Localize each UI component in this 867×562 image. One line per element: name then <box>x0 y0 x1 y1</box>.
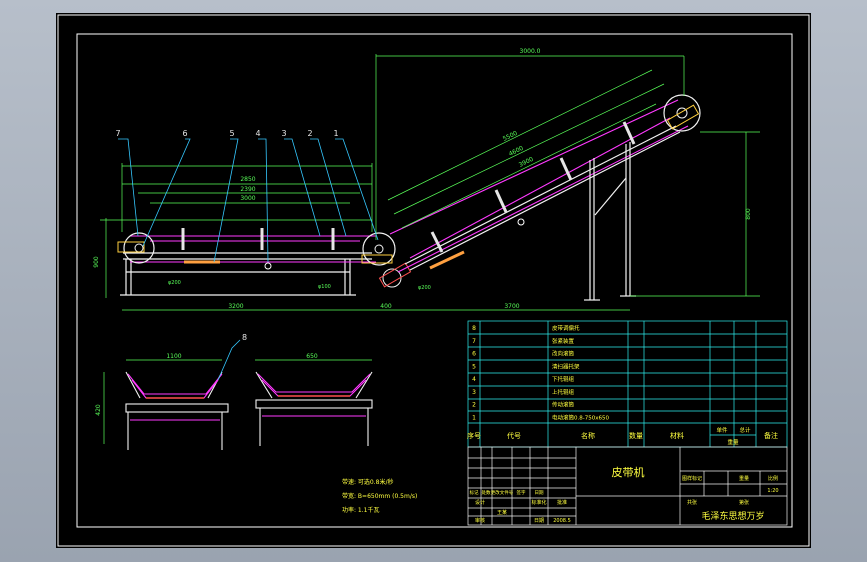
parts-row-name: 下托辊组 <box>552 375 575 383</box>
stage-label: 图样标记 <box>682 475 702 482</box>
dim-left-span-inner: 2390 <box>240 186 255 193</box>
dim-top-overall: 3000.0 <box>520 48 541 55</box>
dim-right-span: 3700 <box>504 303 519 310</box>
dim-left-height: 900 <box>93 256 100 268</box>
scale-value: 1:20 <box>767 488 778 494</box>
date-value: 2008.5 <box>553 518 571 524</box>
dim-left-overall: 3200 <box>228 303 243 310</box>
approve-label: 批准 <box>557 499 567 506</box>
parts-row-number: 2 <box>472 402 476 409</box>
header-total: 总计 <box>739 426 751 434</box>
section-callout: 8 <box>242 333 247 342</box>
parts-row-name: 上托辊组 <box>552 388 575 396</box>
rev-date: 日期 <box>535 490 544 496</box>
rev-file: 更改文件号 <box>491 489 514 496</box>
sheet-number: 第张 <box>739 499 749 506</box>
drawing-sheet: 2850 2390 3000 3200 400 3700 900 800 300… <box>56 13 811 548</box>
header-name: 名称 <box>581 431 595 440</box>
header-code: 代号 <box>507 431 521 440</box>
parts-row-number: 7 <box>472 338 476 345</box>
scale-label: 比例 <box>768 475 778 482</box>
dim-section-height: 420 <box>95 404 102 416</box>
rev-sign: 签字 <box>517 489 526 496</box>
note-2: 带宽: B=650mm (0.5m/s) <box>342 492 417 500</box>
parts-row-name: 皮带调偏托 <box>552 324 580 332</box>
dim-pulley-right: φ200 <box>418 285 431 291</box>
parts-row-name: 清扫器托架 <box>552 362 580 370</box>
header-weight: 重量 <box>727 438 739 446</box>
callout-6: 6 <box>182 129 187 138</box>
parts-row-name: 张紧装置 <box>552 337 575 345</box>
parts-row-number: 4 <box>472 376 476 383</box>
weight-label: 重量 <box>739 475 749 482</box>
callout-2: 2 <box>307 129 312 138</box>
rev-mark: 标记 <box>470 489 479 496</box>
design-label: 设计 <box>475 499 485 506</box>
header-no: 序号 <box>467 431 481 440</box>
note-1: 带速: 可选0.8米/秒 <box>342 478 394 486</box>
parts-row-number: 6 <box>472 351 476 358</box>
dim-section-width-1: 1100 <box>166 353 181 360</box>
dim-right-height: 800 <box>745 208 752 220</box>
parts-row-number: 5 <box>472 363 476 370</box>
designer-signature: 毛泽东思想万岁 <box>701 510 764 522</box>
parts-row-number: 1 <box>472 414 476 421</box>
parts-row-number: 3 <box>472 389 476 396</box>
dim-left-span-lower: 3000 <box>240 195 255 202</box>
header-remark: 备注 <box>764 431 778 440</box>
dim-pulley-left: φ200 <box>168 280 181 286</box>
callout-1: 1 <box>333 129 338 138</box>
design-name: 王某 <box>497 510 507 516</box>
parts-row-number: 8 <box>472 325 476 332</box>
callout-7: 7 <box>115 129 120 138</box>
parts-row-name: 改向滚筒 <box>552 350 575 358</box>
sheet-count: 共张 <box>687 499 697 506</box>
callout-5: 5 <box>229 129 234 138</box>
parts-row-name: 电动滚筒0.8-750x650 <box>552 413 609 421</box>
callout-3: 3 <box>281 129 286 138</box>
drawing-title: 皮带机 <box>612 465 645 479</box>
check-label: 审核 <box>475 517 485 524</box>
dim-idler: φ100 <box>318 284 331 290</box>
callout-4: 4 <box>255 129 260 138</box>
header-qty: 数量 <box>629 431 643 440</box>
header-material: 材料 <box>670 431 684 440</box>
parts-row-name: 传动滚筒 <box>552 401 575 409</box>
rev-count: 处数 <box>482 489 491 496</box>
dim-slope-gap: 400 <box>380 303 392 310</box>
note-3: 功率: 1.1千瓦 <box>342 506 379 514</box>
header-unit: 单件 <box>716 426 728 434</box>
dim-left-span-mid: 2850 <box>240 176 255 183</box>
cad-viewport: 2850 2390 3000 3200 400 3700 900 800 300… <box>0 0 867 562</box>
dim-section-width-2: 650 <box>306 353 318 360</box>
date-label: 日期 <box>534 518 544 524</box>
standard-label: 标准化 <box>531 499 546 506</box>
